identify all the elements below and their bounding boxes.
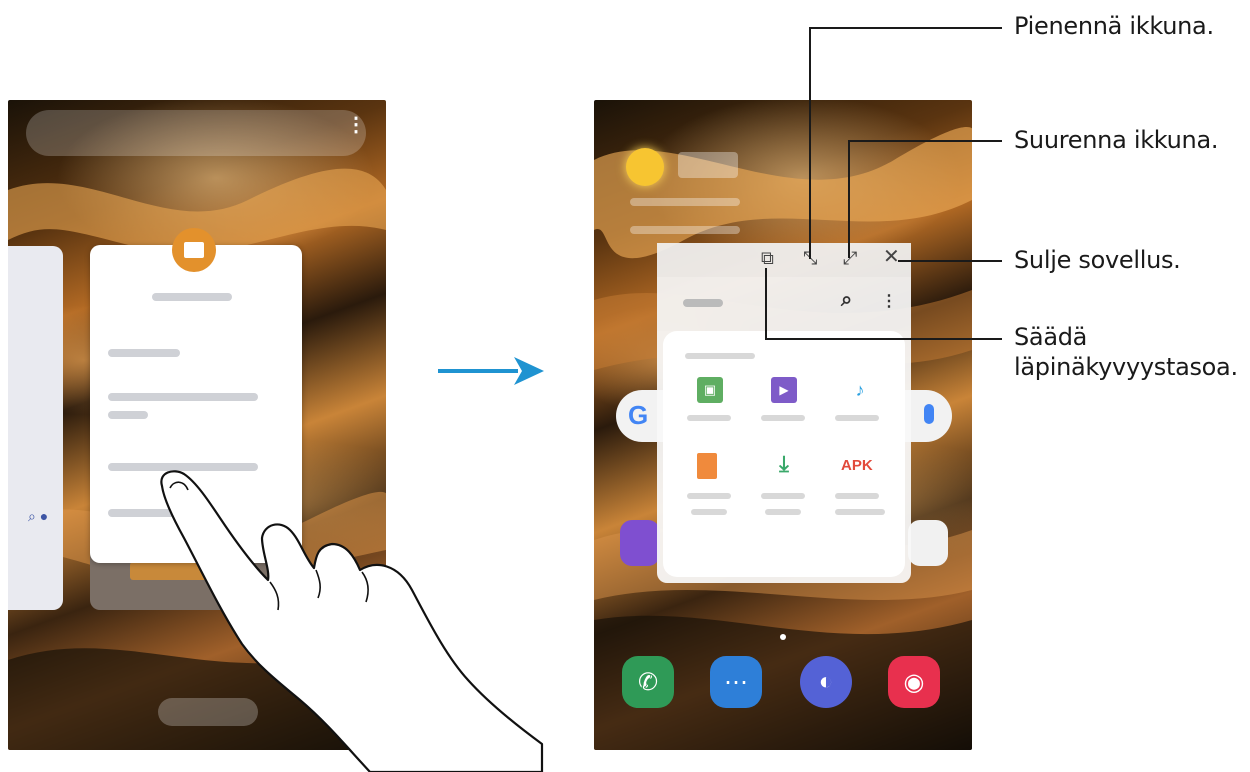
weather-temperature [678, 152, 738, 178]
pop-up-window-bar[interactable]: ⧉ ⤡ ⤢ ✕ [657, 243, 911, 277]
more-options-icon[interactable]: ⋮ [881, 291, 897, 311]
callout-line-maximize [848, 140, 850, 258]
category-label [835, 509, 885, 515]
galaxy-store-app-icon[interactable] [620, 520, 660, 566]
right-phone-home-screen: G ✆ ⋯ ◐ ◉ ⧉ ⤡ ⤢ ✕ ⌕ ⋮ ▣ ▶ ♪ [594, 100, 972, 750]
popup-title [152, 293, 232, 301]
weather-date [630, 226, 740, 234]
internet-app-icon[interactable]: ◐ [800, 656, 852, 708]
callout-line-close [898, 260, 1002, 262]
phone-app-icon[interactable]: ✆ [622, 656, 674, 708]
category-label [835, 415, 879, 421]
weather-sun-icon [626, 148, 664, 186]
category-label [761, 493, 805, 499]
callout-minimize-text: Pienennä ikkuna. [1014, 12, 1214, 40]
callout-line-maximize [848, 140, 1002, 142]
google-apps-folder-icon[interactable] [908, 520, 948, 566]
camera-app-icon[interactable]: ◉ [888, 656, 940, 708]
category-label [761, 415, 805, 421]
callout-opacity-text-line2: läpinäkyvyystasoa. [1014, 353, 1238, 381]
search-icon[interactable]: ⌕ [841, 289, 852, 312]
callout-opacity-text-line1: Säädä [1014, 323, 1088, 351]
messages-app-icon[interactable]: ⋯ [710, 656, 762, 708]
page-indicator [780, 634, 786, 640]
transition-arrow-icon [438, 357, 544, 385]
pop-up-window[interactable]: ⧉ ⤡ ⤢ ✕ ⌕ ⋮ ▣ ▶ ♪ ⤓ APK [657, 243, 911, 583]
categories-card: ▣ ▶ ♪ ⤓ APK [663, 331, 905, 577]
category-label [765, 509, 801, 515]
audio-icon[interactable]: ♪ [847, 377, 873, 403]
more-options-icon[interactable]: ⋮ [346, 112, 366, 137]
menu-item-app-info[interactable] [108, 349, 180, 357]
maximize-icon[interactable]: ⤢ [843, 249, 857, 267]
categories-heading [685, 353, 755, 359]
microphone-icon[interactable] [924, 404, 934, 424]
app-content: ▣ ▶ ♪ ⤓ APK [657, 331, 911, 583]
images-icon[interactable]: ▣ [697, 377, 723, 403]
google-logo-icon: G [628, 400, 649, 430]
callout-line-minimize [809, 27, 1002, 29]
callout-maximize-text: Suurenna ikkuna. [1014, 126, 1219, 154]
category-label [687, 493, 731, 499]
category-label [691, 509, 727, 515]
videos-icon[interactable]: ▶ [771, 377, 797, 403]
category-label [835, 493, 879, 499]
app-title [683, 299, 723, 307]
callout-line-minimize [809, 27, 811, 259]
menu-item-split-screen-cont [108, 411, 148, 419]
search-icon: ⌕ ● [28, 508, 49, 524]
callout-line-opacity [765, 268, 767, 340]
app-toolbar: ⌕ ⋮ [657, 277, 911, 331]
callout-close-text: Sulje sovellus. [1014, 246, 1181, 274]
recent-app-card[interactable]: ⌕ ● [8, 246, 63, 610]
installation-files-icon[interactable]: APK [841, 457, 873, 474]
menu-item-split-screen[interactable] [108, 393, 258, 401]
callout-line-opacity [765, 338, 1002, 340]
hand-gesture-illustration [160, 470, 544, 772]
transparency-icon[interactable]: ⧉ [761, 249, 774, 267]
my-files-app-icon[interactable] [172, 228, 216, 272]
weather-location [630, 198, 740, 206]
downloads-icon[interactable]: ⤓ [771, 451, 797, 477]
search-bar[interactable] [26, 110, 366, 156]
documents-icon[interactable] [697, 453, 717, 479]
category-label [687, 415, 731, 421]
close-icon[interactable]: ✕ [883, 247, 900, 267]
